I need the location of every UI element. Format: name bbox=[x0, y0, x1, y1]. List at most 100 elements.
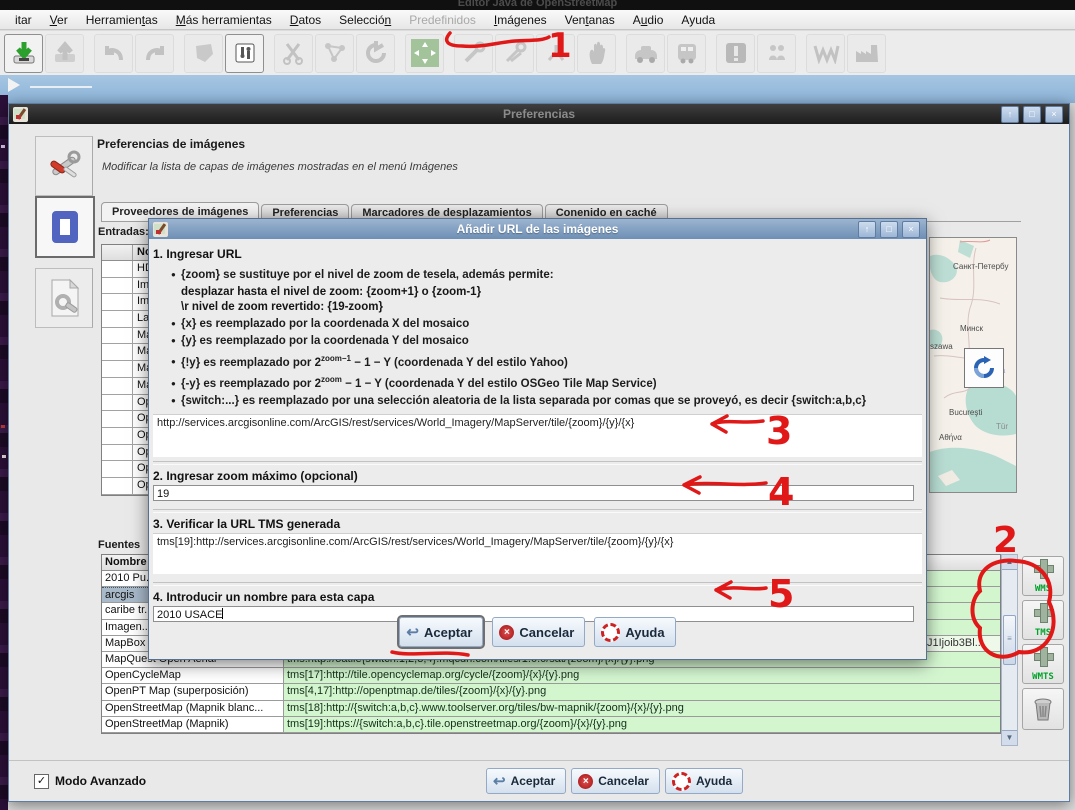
bullet-icon: ● bbox=[171, 267, 181, 283]
delete-source-button[interactable] bbox=[1022, 688, 1064, 730]
maximize-window-icon[interactable]: □ bbox=[880, 221, 898, 238]
wrench-c-button[interactable] bbox=[536, 34, 575, 73]
ok-button[interactable]: ↩ Aceptar bbox=[486, 768, 566, 794]
dialog-cancel-button[interactable]: × Cancelar bbox=[492, 617, 585, 647]
background-map-strip bbox=[0, 95, 8, 810]
menu-ver[interactable]: Ver bbox=[41, 13, 77, 27]
shade-window-icon[interactable]: ↑ bbox=[858, 221, 876, 238]
menu-imgenes[interactable]: Imágenes bbox=[485, 13, 556, 27]
dialog-help-button[interactable]: Ayuda bbox=[594, 617, 675, 647]
entry-checkbox-cell[interactable] bbox=[102, 428, 133, 444]
entry-checkbox-cell[interactable] bbox=[102, 445, 133, 461]
url-input[interactable]: http://services.arcgisonline.com/ArcGIS/… bbox=[153, 414, 922, 457]
entry-checkbox-cell[interactable] bbox=[102, 328, 133, 344]
sources-row[interactable]: OpenCycleMaptms[17]:http://tile.opencycl… bbox=[102, 668, 1000, 684]
wrench-c-icon bbox=[543, 40, 569, 66]
max-zoom-input[interactable]: 19 bbox=[153, 485, 914, 501]
map-zoom-slider[interactable] bbox=[30, 86, 92, 88]
add-wms-button[interactable]: WMS bbox=[1022, 556, 1064, 596]
menu-datos[interactable]: Datos bbox=[281, 13, 330, 27]
menu-ventanas[interactable]: Ventanas bbox=[556, 13, 624, 27]
menu-msherramientas[interactable]: Más herramientas bbox=[167, 13, 281, 27]
factory-button[interactable] bbox=[847, 34, 886, 73]
help-bullet: ●{switch:...} es reemplazado por una sel… bbox=[171, 393, 922, 410]
scroll-down-icon[interactable]: ▼ bbox=[1002, 730, 1017, 745]
sources-scrollbar[interactable]: ▲ ≡ ▼ bbox=[1001, 554, 1018, 746]
menu-audio[interactable]: Audio bbox=[624, 13, 673, 27]
sidebar-display-settings[interactable] bbox=[35, 136, 93, 196]
scroll-up-icon[interactable]: ▲ bbox=[1002, 555, 1017, 570]
map-canvas-edge bbox=[0, 75, 1075, 103]
upload-icon bbox=[52, 40, 78, 66]
entry-checkbox-cell[interactable] bbox=[102, 261, 133, 277]
preferences-sliders-button[interactable] bbox=[225, 34, 264, 73]
help-bullet-subline: desplazar hasta el nivel de zoom: {zoom+… bbox=[181, 285, 922, 301]
source-add-buttons: WMSTMS WMTS bbox=[1022, 556, 1066, 730]
sidebar-advanced-settings[interactable] bbox=[35, 268, 93, 328]
wrench-a-icon bbox=[461, 40, 487, 66]
warning-button[interactable] bbox=[716, 34, 755, 73]
entry-checkbox-cell[interactable] bbox=[102, 311, 133, 327]
source-name-cell: OpenStreetMap (Mapnik blanc... bbox=[102, 701, 284, 716]
entry-checkbox-cell[interactable] bbox=[102, 378, 133, 394]
scroll-thumb[interactable]: ≡ bbox=[1003, 615, 1016, 665]
merge-nodes-button[interactable] bbox=[315, 34, 354, 73]
add-tms-button[interactable]: TMS bbox=[1022, 600, 1064, 640]
entry-checkbox-cell[interactable] bbox=[102, 478, 133, 494]
source-url-cell: tms[17]:http://tile.opencyclemap.org/cyc… bbox=[284, 668, 1000, 683]
people-button[interactable] bbox=[757, 34, 796, 73]
undo-button[interactable] bbox=[94, 34, 133, 73]
preferences-titlebar[interactable]: Preferencias ↑ □ × bbox=[9, 104, 1069, 124]
step2-label: 2. Ingresar zoom máximo (opcional) bbox=[153, 469, 922, 483]
dialog-titlebar[interactable]: Añadir URL de las imágenes ↑ □ × bbox=[149, 219, 926, 239]
advanced-mode-checkbox[interactable]: ✓ bbox=[34, 774, 49, 789]
hand-button[interactable] bbox=[577, 34, 616, 73]
maximize-window-icon[interactable]: □ bbox=[1023, 106, 1041, 123]
step4-label: 4. Introducir un nombre para esta capa bbox=[153, 590, 922, 604]
bus-button[interactable] bbox=[667, 34, 706, 73]
delete-shape-button[interactable] bbox=[184, 34, 223, 73]
download-button[interactable] bbox=[4, 34, 43, 73]
close-window-icon[interactable]: × bbox=[902, 221, 920, 238]
entry-checkbox-cell[interactable] bbox=[102, 294, 133, 310]
entry-checkbox-cell[interactable] bbox=[102, 395, 133, 411]
toolbar bbox=[0, 31, 1075, 75]
bullet-icon: ● bbox=[171, 376, 181, 392]
menu-itar[interactable]: itar bbox=[6, 13, 41, 27]
zoom-to-layer-button[interactable] bbox=[405, 34, 444, 73]
cancel-x-icon: × bbox=[578, 774, 593, 789]
shade-window-icon[interactable]: ↑ bbox=[1001, 106, 1019, 123]
step3-label: 3. Verificar la URL TMS generada bbox=[153, 517, 922, 531]
wrench-b-button[interactable] bbox=[495, 34, 534, 73]
dialog-ok-button[interactable]: ↩ Aceptar bbox=[399, 617, 483, 647]
entry-checkbox-cell[interactable] bbox=[102, 361, 133, 377]
car-button[interactable] bbox=[626, 34, 665, 73]
upload-button[interactable] bbox=[45, 34, 84, 73]
sidebar-imagery-settings[interactable] bbox=[35, 196, 95, 258]
close-window-icon[interactable]: × bbox=[1045, 106, 1063, 123]
cancel-button[interactable]: × Cancelar bbox=[571, 768, 660, 794]
lifebuoy-icon bbox=[601, 623, 620, 642]
imagery-o-icon bbox=[52, 211, 78, 243]
menu-herramientas[interactable]: Herramientas bbox=[77, 13, 167, 27]
entry-checkbox-cell[interactable] bbox=[102, 344, 133, 360]
sources-row[interactable]: OpenStreetMap (Mapnik blanc...tms[18]:ht… bbox=[102, 701, 1000, 717]
sources-label: Fuentes bbox=[98, 539, 140, 551]
entry-checkbox-cell[interactable] bbox=[102, 278, 133, 294]
sources-row[interactable]: OpenStreetMap (Mapnik)tms[19]:https://{s… bbox=[102, 717, 1000, 733]
add-wmts-button[interactable]: WMTS bbox=[1022, 644, 1064, 684]
cut-button[interactable] bbox=[274, 34, 313, 73]
entry-checkbox-cell[interactable] bbox=[102, 411, 133, 427]
menu-ayuda[interactable]: Ayuda bbox=[672, 13, 724, 27]
help-button[interactable]: Ayuda bbox=[665, 768, 743, 794]
wrench-a-button[interactable] bbox=[454, 34, 493, 73]
menu-seleccin[interactable]: Selección bbox=[330, 13, 400, 27]
add-wmts-label: WMTS bbox=[1023, 672, 1063, 682]
sources-row[interactable]: OpenPT Map (superposición)tms[4,17]:http… bbox=[102, 684, 1000, 700]
menu-predefinidos[interactable]: Predefinidos bbox=[400, 13, 485, 27]
map-refresh-button[interactable] bbox=[964, 348, 1004, 388]
entry-checkbox-cell[interactable] bbox=[102, 461, 133, 477]
waypoint-w-button[interactable] bbox=[806, 34, 845, 73]
sync-button[interactable] bbox=[356, 34, 395, 73]
redo-button[interactable] bbox=[135, 34, 174, 73]
